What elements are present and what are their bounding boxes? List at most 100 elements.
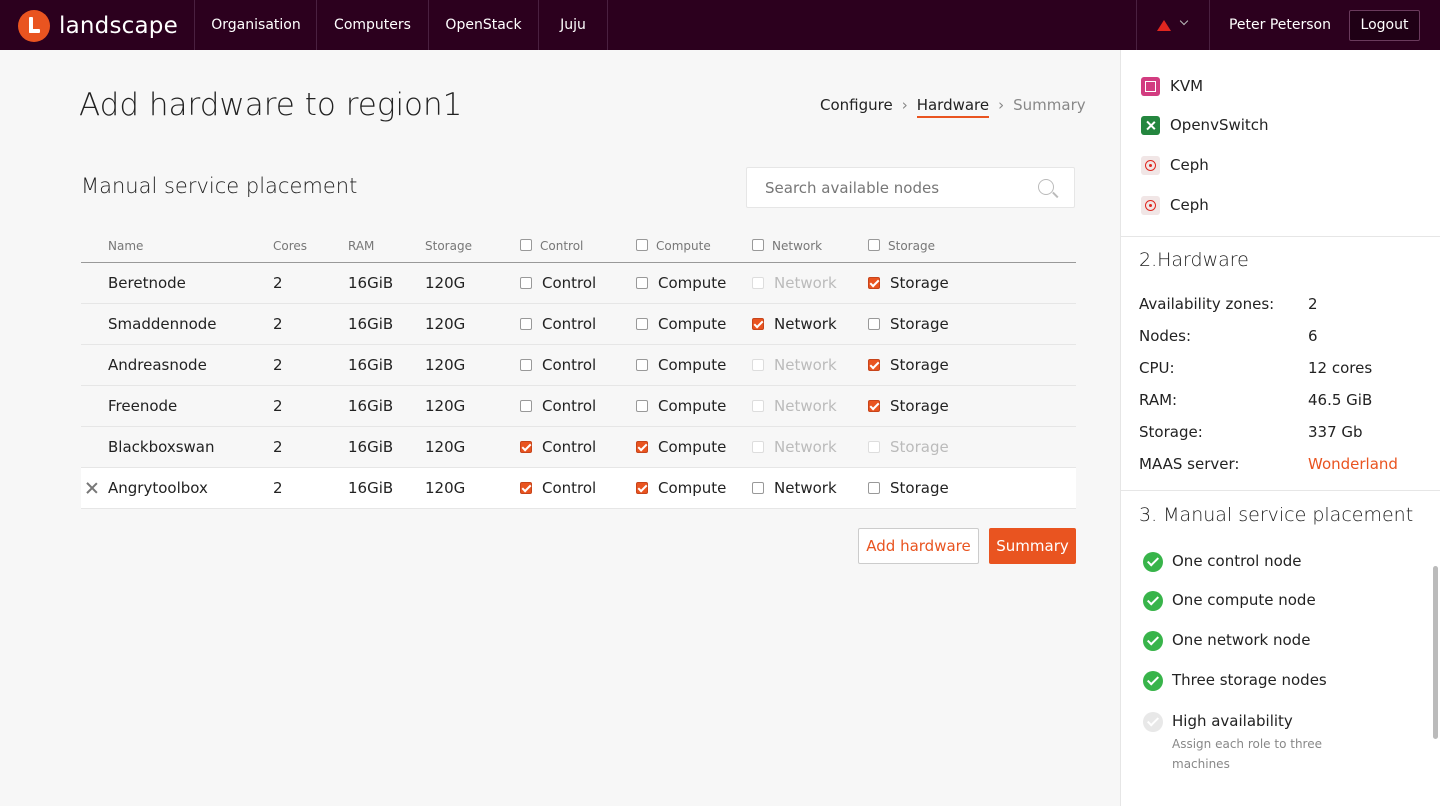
service-openvswitch: OpenvSwitch	[1141, 114, 1269, 136]
compute-checkbox[interactable]	[636, 358, 648, 371]
node-storage: 120G	[425, 262, 520, 304]
node-storage: 120G	[425, 385, 520, 427]
hardware-value: 2	[1308, 295, 1318, 313]
logout-button[interactable]: Logout	[1349, 10, 1420, 41]
storage-checkbox[interactable]	[868, 317, 880, 330]
table-header-row: Name Cores RAM Storage Control Compute N…	[81, 230, 1076, 263]
nav-openstack[interactable]: OpenStack	[428, 0, 538, 50]
control-cell: Control	[520, 426, 636, 468]
network-cell: Network	[752, 262, 868, 304]
control-checkbox[interactable]	[520, 276, 532, 289]
service-label: OpenvSwitch	[1170, 116, 1269, 134]
node-storage: 120G	[425, 303, 520, 345]
compute-cell: Compute	[636, 426, 752, 468]
compute-checkbox[interactable]	[636, 399, 648, 412]
hardware-key: RAM:	[1139, 391, 1178, 409]
hardware-heading: 2.Hardware	[1139, 249, 1249, 271]
node-cores: 2	[273, 385, 348, 427]
storage-checkbox[interactable]	[868, 276, 880, 289]
compute-cell: Compute	[636, 303, 752, 345]
breadcrumb-hardware[interactable]: Hardware	[916, 96, 990, 118]
node-ram: 16GiB	[348, 467, 425, 509]
network-checkbox[interactable]	[752, 317, 764, 330]
select-all-control-checkbox[interactable]	[520, 238, 532, 251]
divider	[1121, 490, 1440, 491]
node-cores: 2	[273, 344, 348, 386]
summary-button[interactable]: Summary	[989, 528, 1076, 564]
ceph-icon	[1141, 155, 1160, 175]
remove-cell	[81, 303, 108, 345]
compute-checkbox[interactable]	[636, 317, 648, 330]
control-checkbox[interactable]	[520, 358, 532, 371]
hardware-value: 6	[1308, 327, 1318, 345]
control-label: Control	[542, 314, 597, 333]
nav-computers[interactable]: Computers	[316, 0, 428, 50]
storage-label: Storage	[890, 396, 949, 415]
header-storage-role: Storage	[868, 230, 1076, 263]
service-label: Ceph	[1170, 196, 1209, 214]
header-storage-role-label: Storage	[888, 238, 935, 253]
search-icon[interactable]	[1038, 179, 1054, 195]
control-label: Control	[542, 273, 597, 292]
select-all-storage-checkbox[interactable]	[868, 238, 880, 251]
storage-label: Storage	[890, 437, 949, 456]
add-hardware-button[interactable]: Add hardware	[858, 528, 979, 564]
table-row: Beretnode 2 16GiB 120G Control Compute Network…	[81, 262, 1076, 304]
compute-label: Compute	[658, 478, 727, 497]
network-checkbox	[752, 276, 764, 289]
node-cores: 2	[273, 262, 348, 304]
network-checkbox[interactable]	[752, 481, 764, 494]
storage-checkbox[interactable]	[868, 481, 880, 494]
nav-organisation[interactable]: Organisation	[194, 0, 317, 50]
remove-node-icon[interactable]	[86, 482, 98, 494]
control-label: Control	[542, 437, 597, 456]
search-input[interactable]: Search available nodes	[746, 167, 1075, 208]
header-compute-label: Compute	[656, 238, 711, 253]
alerts-dropdown[interactable]	[1136, 0, 1210, 50]
chevron-down-icon	[1179, 16, 1189, 26]
control-checkbox[interactable]	[520, 481, 532, 494]
breadcrumb-configure[interactable]: Configure	[820, 96, 893, 114]
checklist-label: Three storage nodes	[1172, 671, 1327, 689]
divider	[1121, 236, 1440, 237]
compute-checkbox[interactable]	[636, 481, 648, 494]
storage-checkbox[interactable]	[868, 358, 880, 371]
user-name[interactable]: Peter Peterson	[1222, 0, 1338, 50]
storage-cell: Storage	[868, 426, 1076, 468]
table-row: Blackboxswan 2 16GiB 120G Control Compute Netw…	[81, 426, 1076, 468]
nav-juju[interactable]: Juju	[538, 0, 608, 50]
control-checkbox[interactable]	[520, 440, 532, 453]
header-name[interactable]: Name	[108, 230, 273, 263]
section-title: Manual service placement	[81, 174, 358, 198]
maas-server-link[interactable]: Wonderland	[1308, 455, 1398, 473]
node-storage: 120G	[425, 426, 520, 468]
control-checkbox[interactable]	[520, 317, 532, 330]
hardware-key: MAAS server:	[1139, 455, 1240, 473]
sidebar-scrollbar[interactable]	[1433, 566, 1438, 739]
service-label: KVM	[1170, 77, 1204, 95]
header-ram[interactable]: RAM	[348, 230, 425, 263]
remove-cell	[81, 344, 108, 386]
storage-cell: Storage	[868, 385, 1076, 427]
remove-cell	[81, 385, 108, 427]
storage-cell: Storage	[868, 262, 1076, 304]
select-all-compute-checkbox[interactable]	[636, 238, 648, 251]
header-control-label: Control	[540, 238, 584, 253]
header-storage[interactable]: Storage	[425, 230, 520, 263]
network-checkbox	[752, 440, 764, 453]
landscape-logo[interactable]: landscape	[18, 10, 178, 42]
node-name: Angrytoolbox	[108, 467, 273, 509]
node-cores: 2	[273, 303, 348, 345]
compute-checkbox[interactable]	[636, 276, 648, 289]
select-all-network-checkbox[interactable]	[752, 238, 764, 251]
checklist-label: One network node	[1172, 631, 1311, 649]
control-label: Control	[542, 478, 597, 497]
storage-checkbox[interactable]	[868, 399, 880, 412]
header-cores[interactable]: Cores	[273, 230, 348, 263]
compute-label: Compute	[658, 396, 727, 415]
compute-checkbox[interactable]	[636, 440, 648, 453]
header-network: Network	[752, 230, 868, 263]
checklist-item: Three storage nodes	[1143, 671, 1327, 691]
control-checkbox[interactable]	[520, 399, 532, 412]
breadcrumb-summary: Summary	[1013, 96, 1086, 114]
